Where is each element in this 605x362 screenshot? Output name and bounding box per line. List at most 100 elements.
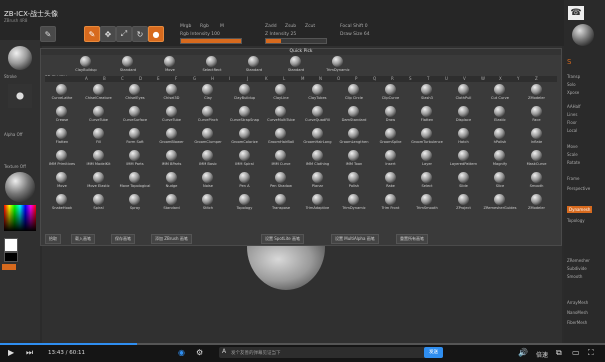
zadd-label[interactable]: Zadd: [265, 24, 277, 29]
quick-pick-brush[interactable]: ClayBuildup: [69, 56, 103, 74]
fullscreen-icon[interactable]: ⛶: [588, 348, 594, 358]
alphabet-letter[interactable]: X: [499, 76, 502, 82]
brush-cell[interactable]: IMM ModelKit: [82, 150, 116, 168]
brush-cell[interactable]: ClothPull: [447, 84, 481, 102]
stroke-icon[interactable]: [8, 84, 32, 108]
draw-button[interactable]: ✎: [84, 26, 100, 42]
quick-pick-brush[interactable]: Move: [153, 56, 187, 74]
material-icon[interactable]: [5, 172, 35, 202]
alphabet-letter[interactable]: A: [85, 76, 88, 82]
brush-action-button[interactable]: 设置 SpotLite 画笔: [261, 234, 305, 244]
quick-pick-brush[interactable]: Standard: [111, 56, 145, 74]
dynamic-icon[interactable]: S: [567, 58, 571, 66]
floor-item[interactable]: Floor: [567, 120, 577, 125]
brush-cell[interactable]: MaskCurve: [520, 150, 554, 168]
brush-cell[interactable]: Pen A: [228, 172, 262, 190]
scale-item[interactable]: Scale: [567, 152, 578, 157]
brush-cell[interactable]: Smooth: [520, 172, 554, 190]
brush-cell[interactable]: GroomTurbulence: [410, 128, 444, 146]
brush-cell[interactable]: GroomHairBall: [264, 128, 298, 146]
quick-pick-brush[interactable]: SelectRect: [195, 56, 229, 74]
alphabet-letter[interactable]: M: [301, 76, 304, 82]
alphabet-letter[interactable]: W: [481, 76, 485, 82]
danmu-settings-icon[interactable]: ⚙: [196, 348, 203, 357]
brush-action-button[interactable]: 保存画笔: [111, 234, 135, 244]
rgb-label[interactable]: Rgb: [200, 24, 209, 29]
topology-item[interactable]: Topology: [567, 218, 585, 223]
brush-cell[interactable]: CurveTube: [155, 106, 189, 124]
brush-action-button[interactable]: 重置所有画笔: [396, 234, 428, 244]
brush-cell[interactable]: Displace: [447, 106, 481, 124]
brush-cell[interactable]: CurveMultiTube: [264, 106, 298, 124]
brush-cell[interactable]: ZModeler: [520, 194, 554, 212]
brush-cell[interactable]: Transpose: [264, 194, 298, 212]
brush-cell[interactable]: GroomHairLong: [301, 128, 335, 146]
alphabet-letter[interactable]: P: [355, 76, 357, 82]
brush-cell[interactable]: Polish: [337, 172, 371, 190]
brush-action-button[interactable]: 拾取: [45, 234, 61, 244]
brush-cell[interactable]: Layer: [410, 150, 444, 168]
fibermesh-item[interactable]: FiberMesh: [567, 320, 587, 325]
brush-cell[interactable]: Insert: [374, 150, 408, 168]
brush-cell[interactable]: IMM Parts: [118, 150, 152, 168]
rotate-item[interactable]: Rotate: [567, 160, 580, 165]
brush-cell[interactable]: Slide: [447, 172, 481, 190]
brush-cell[interactable]: Topology: [228, 194, 262, 212]
alphabet-letter[interactable]: K: [265, 76, 268, 82]
brush-cell[interactable]: CurveLathe: [45, 84, 79, 102]
brush-icon[interactable]: [8, 46, 32, 70]
brush-cell[interactable]: Cut Curve: [483, 84, 517, 102]
solo-item[interactable]: Solo: [567, 82, 576, 87]
alphabet-letter[interactable]: F: [175, 76, 177, 82]
scale-button[interactable]: ⤢: [116, 26, 132, 42]
brush-cell[interactable]: TrimSmooth: [410, 194, 444, 212]
alphabet-letter[interactable]: B: [103, 76, 106, 82]
edit-button[interactable]: ✎: [40, 26, 56, 42]
texture-label[interactable]: Texture Off: [4, 164, 26, 169]
play-icon[interactable]: ▶: [8, 348, 14, 357]
brush-cell[interactable]: Rake: [374, 172, 408, 190]
brush-cell[interactable]: ZModeler: [520, 84, 554, 102]
brush-cell[interactable]: TrimDynamic: [337, 194, 371, 212]
brush-cell[interactable]: Crease: [45, 106, 79, 124]
move-item[interactable]: Move: [567, 144, 578, 149]
brush-cell[interactable]: Spiral: [82, 194, 116, 212]
brush-cell[interactable]: CurveTube: [82, 106, 116, 124]
brush-cell[interactable]: IMM Clothing: [301, 150, 335, 168]
danmu-input-box[interactable]: A 发个友善的弹幕见证当下 发送: [219, 347, 443, 358]
brush-cell[interactable]: CurveStrapSnap: [228, 106, 262, 124]
brush-cell[interactable]: IMM Toon: [337, 150, 371, 168]
smooth-item[interactable]: Smooth: [567, 274, 582, 279]
lines-item[interactable]: Lines: [567, 112, 577, 117]
transp-item[interactable]: Transp: [567, 74, 580, 79]
brush-cell[interactable]: ClayLine: [264, 84, 298, 102]
brush-cell[interactable]: Move Elastic: [82, 172, 116, 190]
xpose-item[interactable]: Xpose: [567, 90, 579, 95]
dynamesh-item[interactable]: Dynamesh: [567, 206, 593, 213]
switch-color-button[interactable]: [2, 264, 16, 270]
brush-cell[interactable]: IMM Primitives: [45, 150, 79, 168]
brush-cell[interactable]: hPolish: [483, 128, 517, 146]
nanomesh-item[interactable]: NanoMesh: [567, 310, 588, 315]
brush-cell[interactable]: Elastic: [483, 106, 517, 124]
brush-action-button[interactable]: 设置 MultiAlpha 画笔: [331, 234, 379, 244]
speed-label[interactable]: 倍速: [536, 350, 548, 359]
alphabet-letter[interactable]: U: [445, 76, 448, 82]
brush-cell[interactable]: TrimAdaptive: [301, 194, 335, 212]
brush-cell[interactable]: Flatten: [410, 106, 444, 124]
alphabet-letter[interactable]: S: [409, 76, 412, 82]
brush-cell[interactable]: Slice: [483, 172, 517, 190]
alphabet-letter[interactable]: D: [139, 76, 142, 82]
brush-cell[interactable]: IMM Basic: [191, 150, 225, 168]
alphabet-letter[interactable]: I: [229, 76, 230, 82]
brush-cell[interactable]: ClayTubes: [301, 84, 335, 102]
danmu-toggle-icon[interactable]: ◉: [178, 348, 185, 357]
rgb-intensity-slider[interactable]: [180, 38, 242, 44]
stroke-label[interactable]: Stroke: [4, 74, 17, 79]
subdivide-item[interactable]: Subdivide: [567, 266, 587, 271]
local-item[interactable]: Local: [567, 128, 577, 133]
alpha-label[interactable]: Alpha Off: [4, 132, 23, 137]
main-color-swatch[interactable]: [4, 238, 18, 252]
brush-cell[interactable]: GroomClumper: [191, 128, 225, 146]
brush-cell[interactable]: Standard: [155, 194, 189, 212]
